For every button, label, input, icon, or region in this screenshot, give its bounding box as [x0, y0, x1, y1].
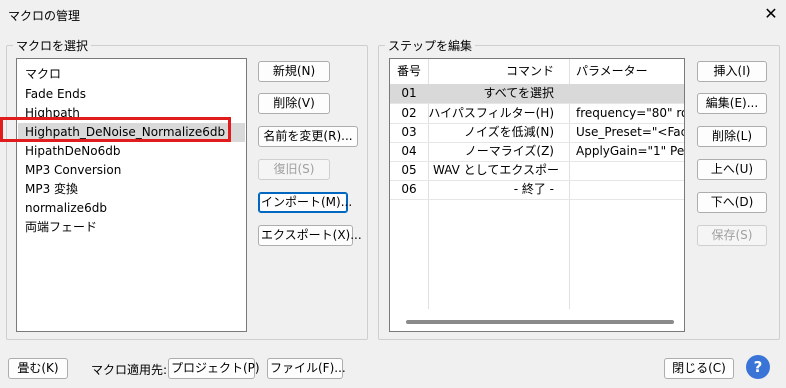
save-step-button[interactable]: 保存(S) — [697, 225, 767, 246]
step-row[interactable]: 06 - 終了 - — [390, 180, 684, 200]
step-number: 04 — [401, 144, 417, 158]
export-macro-button[interactable]: エクスポート(X)... — [258, 225, 362, 246]
new-macro-button[interactable]: 新規(N) — [258, 61, 330, 82]
step-number: 05 — [401, 163, 417, 177]
macro-list[interactable]: マクロ Fade Ends Highpath Highpath_DeNoise_… — [16, 58, 247, 332]
insert-step-button[interactable]: 挿入(I) — [697, 61, 767, 82]
macro-list-item[interactable]: MP3 Conversion — [25, 161, 121, 180]
collapse-button[interactable]: 畳む(K) — [8, 358, 68, 379]
step-params: ApplyGain="1" PeakL — [576, 144, 685, 158]
edit-step-button[interactable]: 編集(E)... — [697, 93, 767, 114]
step-params — [571, 180, 684, 199]
macro-list-header: マクロ — [25, 67, 62, 81]
close-button[interactable]: 閉じる(C) — [664, 358, 734, 379]
delete-macro-button[interactable]: 削除(V) — [258, 93, 330, 114]
macro-list-item[interactable]: 両端フェード — [25, 218, 97, 237]
import-macro-button[interactable]: インポート(M)... — [258, 192, 352, 213]
step-command: WAV としてエクスポート(W) — [433, 163, 562, 177]
step-command: すべてを選択 — [483, 86, 554, 100]
macro-list-item[interactable]: normalize6db — [25, 199, 107, 218]
step-row[interactable]: 01 すべてを選択 — [390, 84, 684, 104]
highlight-annotation-box — [0, 117, 231, 142]
step-row[interactable]: 04 ノーマライズ(Z) ApplyGain="1" PeakL — [390, 142, 684, 162]
window-title: マクロの管理 — [8, 9, 81, 23]
macro-list-item[interactable]: HipathDeNo6db — [25, 142, 120, 161]
macro-select-group-label: マクロを選択 — [13, 37, 92, 54]
step-params: Use_Preset="<Factory — [576, 125, 684, 139]
apply-to-file-button[interactable]: ファイル(F)... — [267, 358, 346, 379]
macro-list-item[interactable]: Fade Ends — [25, 85, 86, 104]
edit-steps-group-label: ステップを編集 — [385, 37, 476, 54]
step-params — [571, 161, 684, 180]
step-number: 02 — [401, 106, 417, 120]
horizontal-scrollbar[interactable] — [406, 320, 674, 324]
step-number: 03 — [401, 125, 417, 139]
help-icon[interactable]: ? — [746, 355, 770, 379]
restore-macro-button[interactable]: 復旧(S) — [258, 159, 330, 180]
step-number: 06 — [401, 182, 417, 196]
steps-table[interactable]: 番号 コマンド パラメーター 01 すべてを選択 02 ハイパスフィルター(H)… — [389, 58, 685, 332]
step-command: ハイパスフィルター(H) — [428, 106, 554, 120]
column-header-number[interactable]: 番号 — [390, 59, 428, 84]
move-up-button[interactable]: 上へ(U) — [697, 159, 767, 180]
step-command: ノーマライズ(Z) — [464, 144, 554, 158]
step-number: 01 — [401, 86, 417, 100]
step-params: frequency="80" rolloff — [576, 106, 684, 120]
column-header-command[interactable]: コマンド — [428, 59, 562, 84]
close-icon[interactable]: ✕ — [760, 2, 782, 26]
move-down-button[interactable]: 下へ(D) — [697, 192, 767, 213]
step-row[interactable]: 05 WAV としてエクスポート(W) — [390, 161, 684, 181]
apply-to-project-button[interactable]: プロジェクト(P) — [168, 358, 260, 379]
step-row[interactable]: 02 ハイパスフィルター(H) frequency="80" rolloff — [390, 104, 684, 124]
column-header-parameters[interactable]: パラメーター — [571, 59, 684, 84]
delete-step-button[interactable]: 削除(L) — [697, 126, 767, 147]
step-row[interactable]: 03 ノイズを低減(N) Use_Preset="<Factory — [390, 123, 684, 143]
rename-macro-button[interactable]: 名前を変更(R)... — [258, 126, 358, 147]
step-params — [571, 84, 684, 103]
step-command: - 終了 - — [513, 182, 554, 196]
step-command: ノイズを低減(N) — [464, 125, 554, 139]
apply-to-label: マクロ適用先: — [91, 363, 168, 377]
macro-list-item[interactable]: MP3 変換 — [25, 180, 78, 199]
